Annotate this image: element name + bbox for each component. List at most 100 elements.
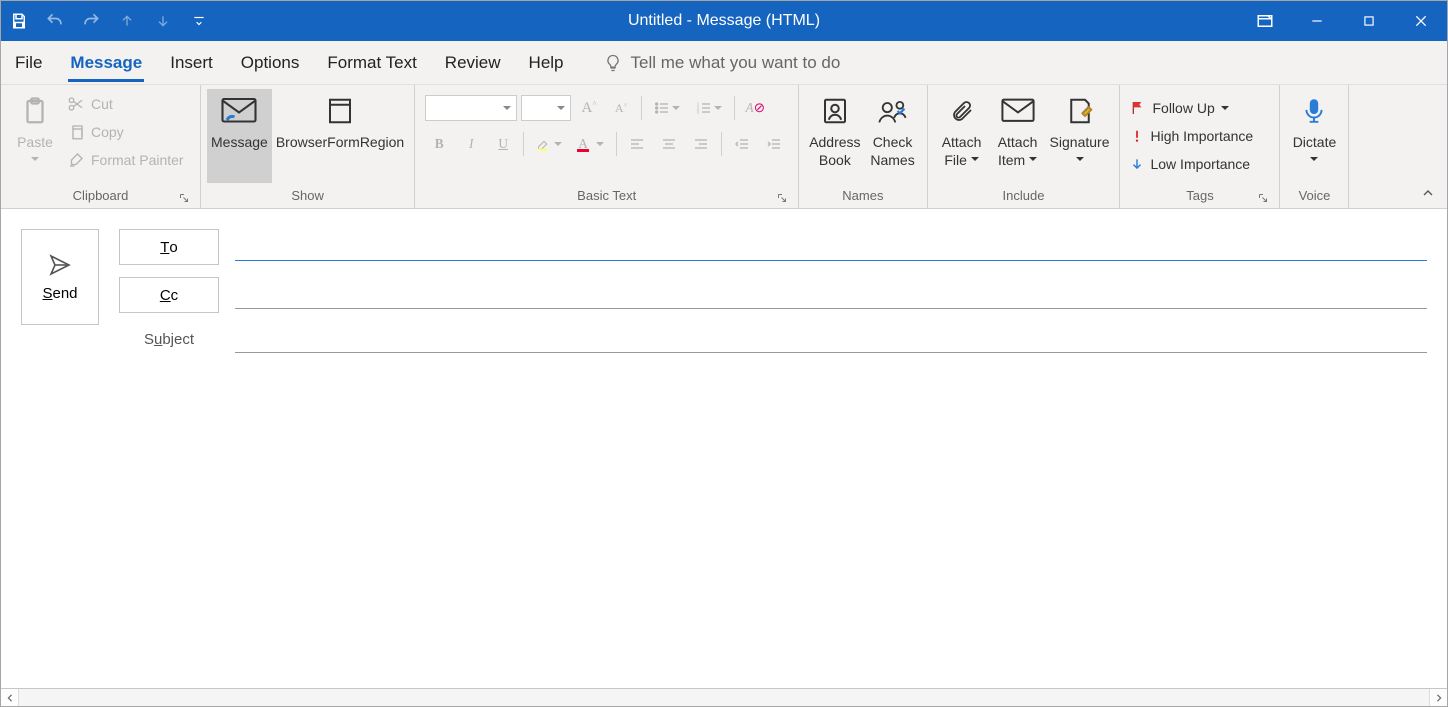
- align-center-button[interactable]: [655, 131, 683, 157]
- increase-indent-button[interactable]: [760, 131, 788, 157]
- customize-qat-button[interactable]: [181, 1, 217, 41]
- group-basic-text: A˄ A˅ 123 A⊘ B I U: [415, 85, 799, 208]
- cc-input[interactable]: [235, 281, 1427, 309]
- align-right-button[interactable]: [687, 131, 715, 157]
- group-label-clipboard: Clipboard: [7, 188, 194, 208]
- send-icon: [45, 253, 75, 277]
- redo-button[interactable]: [73, 1, 109, 41]
- follow-up-button[interactable]: Follow Up: [1126, 95, 1257, 121]
- bullets-button[interactable]: [648, 95, 686, 121]
- address-book-icon: [820, 93, 850, 129]
- basic-text-launcher[interactable]: [774, 190, 790, 206]
- format-painter-button[interactable]: Format Painter: [63, 147, 188, 173]
- group-label-voice: Voice: [1286, 188, 1342, 208]
- attach-item-icon: [1001, 93, 1035, 129]
- clipboard-icon: [20, 93, 50, 129]
- group-label-show: Show: [207, 188, 408, 208]
- cc-button[interactable]: Cc: [119, 277, 219, 313]
- horizontal-scrollbar: [1, 688, 1447, 706]
- group-voice: Dictate Voice: [1280, 85, 1349, 208]
- down-arrow-icon: [1130, 156, 1144, 172]
- flag-icon: [1130, 100, 1146, 116]
- dictate-button[interactable]: Dictate: [1286, 89, 1342, 183]
- show-message-button[interactable]: Message: [207, 89, 272, 183]
- tab-message[interactable]: Message: [56, 41, 156, 84]
- grow-font-button[interactable]: A˄: [575, 95, 603, 121]
- exclamation-icon: [1130, 128, 1144, 144]
- font-size-combo[interactable]: [521, 95, 571, 121]
- bold-button[interactable]: B: [425, 131, 453, 157]
- group-names: AddressBook CheckNames Names: [799, 85, 927, 208]
- attach-item-button[interactable]: AttachItem: [990, 89, 1046, 183]
- signature-button[interactable]: Signature: [1046, 89, 1114, 183]
- italic-button[interactable]: I: [457, 131, 485, 157]
- form-region-icon: [325, 93, 355, 129]
- envelope-icon: [221, 93, 257, 129]
- attach-file-button[interactable]: AttachFile: [934, 89, 990, 183]
- undo-button[interactable]: [37, 1, 73, 41]
- close-button[interactable]: [1395, 1, 1447, 41]
- next-item-button[interactable]: [145, 1, 181, 41]
- collapse-ribbon-button[interactable]: [1417, 182, 1439, 204]
- paste-button[interactable]: Paste: [7, 89, 63, 183]
- prev-item-button[interactable]: [109, 1, 145, 41]
- tab-options[interactable]: Options: [227, 41, 314, 84]
- scroll-right-button[interactable]: [1429, 689, 1447, 706]
- maximize-button[interactable]: [1343, 1, 1395, 41]
- cut-button[interactable]: Cut: [63, 91, 188, 117]
- subject-input[interactable]: [235, 325, 1427, 353]
- group-tags: Follow Up High Importance Low Importance…: [1120, 85, 1280, 208]
- scroll-left-button[interactable]: [1, 689, 19, 706]
- svg-text:3: 3: [697, 109, 700, 114]
- copy-button[interactable]: Copy: [63, 119, 188, 145]
- message-body[interactable]: [1, 363, 1447, 688]
- group-label-tags: Tags: [1126, 188, 1273, 208]
- tab-help[interactable]: Help: [515, 41, 578, 84]
- scroll-track[interactable]: [19, 689, 1429, 706]
- group-show: Message BrowserFormRegion Show: [201, 85, 415, 208]
- check-names-button[interactable]: CheckNames: [865, 89, 921, 183]
- save-button[interactable]: [1, 1, 37, 41]
- group-include: AttachFile AttachItem Signature Include: [928, 85, 1121, 208]
- group-clipboard: Paste Cut Copy Format Painter Clipboard: [1, 85, 201, 208]
- microphone-icon: [1301, 93, 1327, 129]
- clear-formatting-button[interactable]: A⊘: [741, 95, 769, 121]
- check-names-icon: [877, 93, 909, 129]
- decrease-indent-button[interactable]: [728, 131, 756, 157]
- font-color-button[interactable]: A: [572, 131, 610, 157]
- tab-format-text[interactable]: Format Text: [313, 41, 430, 84]
- scissors-icon: [67, 95, 85, 113]
- compose-area: Send To Cc Subject: [1, 209, 1447, 706]
- shrink-font-button[interactable]: A˅: [607, 95, 635, 121]
- align-left-button[interactable]: [623, 131, 651, 157]
- tab-review[interactable]: Review: [431, 41, 515, 84]
- underline-button[interactable]: U: [489, 131, 517, 157]
- group-label-basic-text: Basic Text: [421, 188, 792, 208]
- paperclip-icon: [950, 93, 974, 129]
- tab-insert[interactable]: Insert: [156, 41, 227, 84]
- ribbon-tabs: File Message Insert Options Format Text …: [1, 41, 1447, 85]
- numbering-button[interactable]: 123: [690, 95, 728, 121]
- highlight-color-button[interactable]: [530, 131, 568, 157]
- low-importance-button[interactable]: Low Importance: [1126, 151, 1257, 177]
- ribbon-display-options-button[interactable]: [1239, 1, 1291, 41]
- quick-access-toolbar: [1, 1, 217, 41]
- clipboard-launcher[interactable]: [176, 190, 192, 206]
- font-name-combo[interactable]: [425, 95, 517, 121]
- high-importance-button[interactable]: High Importance: [1126, 123, 1257, 149]
- group-label-include: Include: [934, 188, 1114, 208]
- signature-icon: [1065, 93, 1095, 129]
- browser-form-region-button[interactable]: BrowserFormRegion: [272, 89, 408, 183]
- tab-file[interactable]: File: [1, 41, 56, 84]
- tell-me-placeholder: Tell me what you want to do: [631, 53, 841, 73]
- tell-me-search[interactable]: Tell me what you want to do: [603, 41, 841, 84]
- to-button[interactable]: To: [119, 229, 219, 265]
- minimize-button[interactable]: [1291, 1, 1343, 41]
- tags-launcher[interactable]: [1255, 190, 1271, 206]
- to-input[interactable]: [235, 233, 1427, 261]
- address-book-button[interactable]: AddressBook: [805, 89, 864, 183]
- title-bar: Untitled - Message (HTML): [1, 1, 1447, 41]
- paintbrush-icon: [67, 151, 85, 169]
- send-button[interactable]: Send: [21, 229, 99, 325]
- window-title: Untitled - Message (HTML): [1, 1, 1447, 41]
